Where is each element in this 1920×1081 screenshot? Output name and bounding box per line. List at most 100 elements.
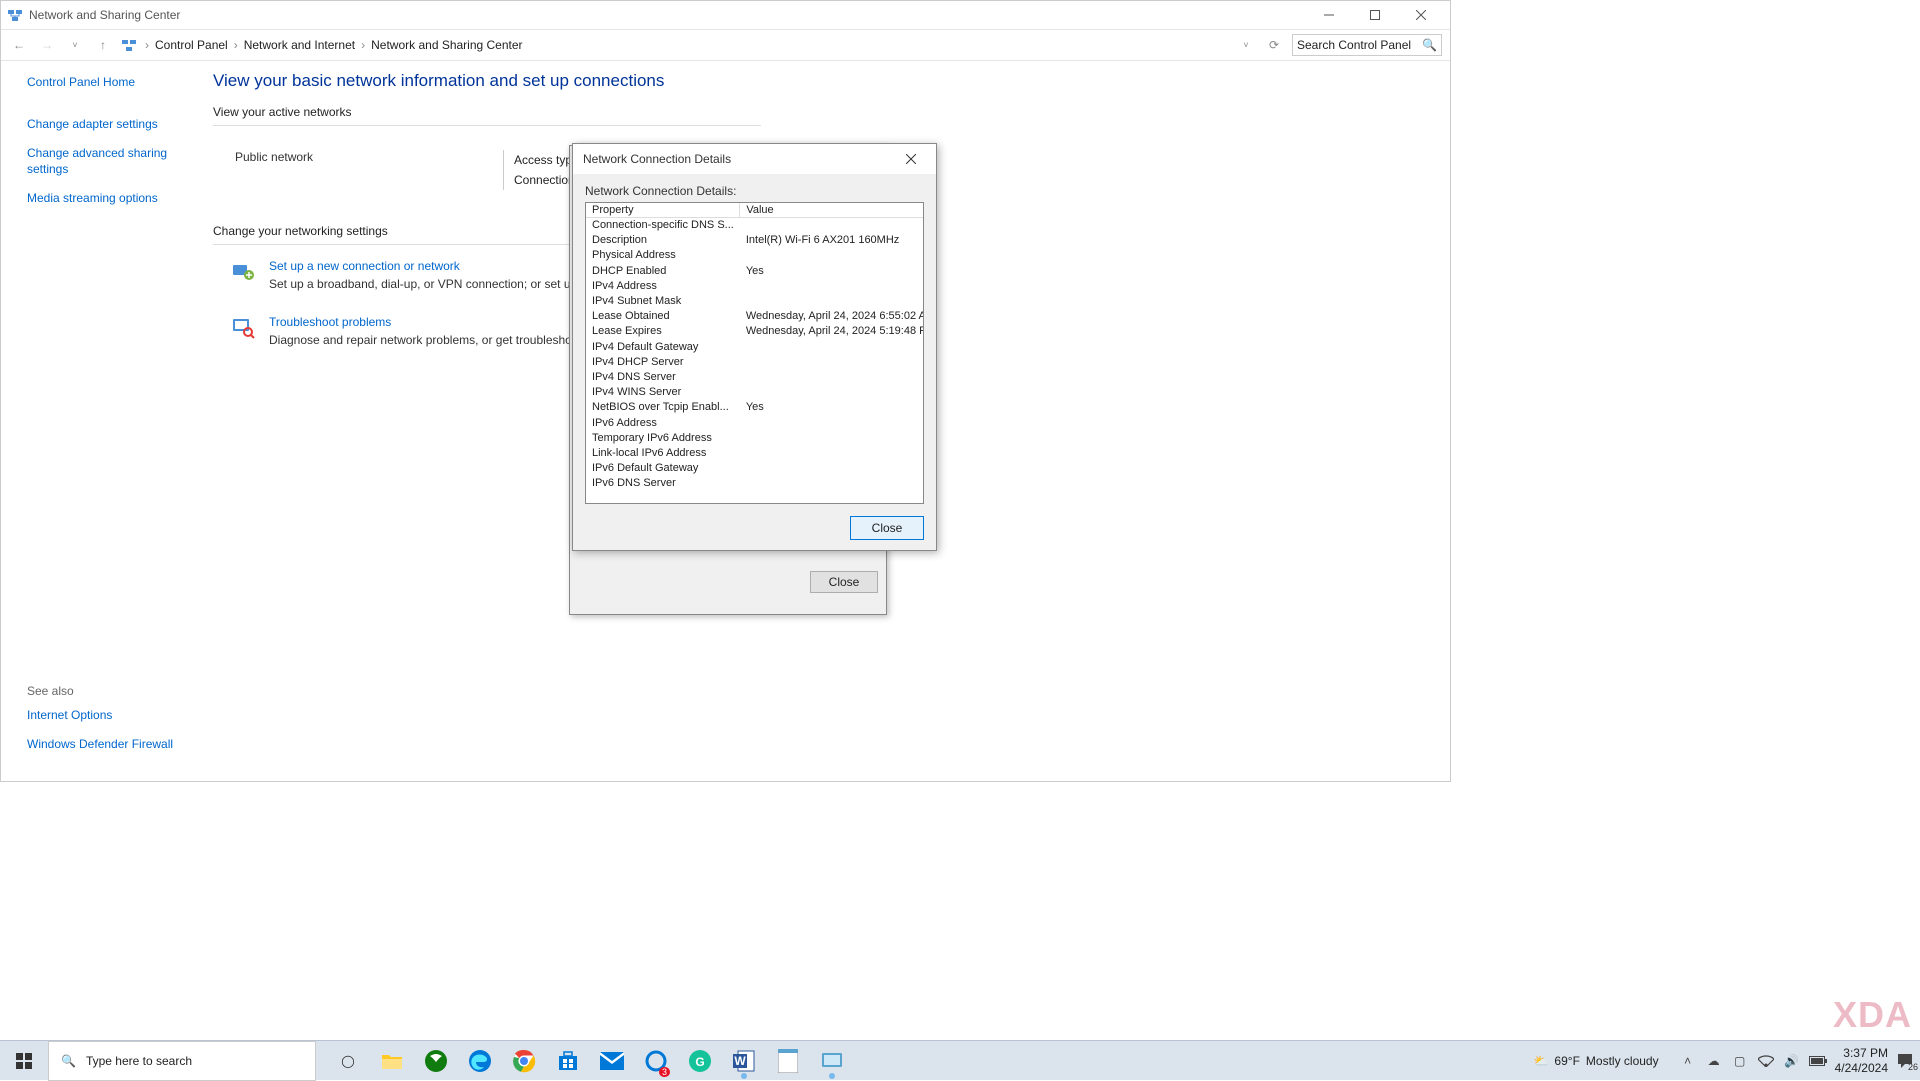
watermark: XDA	[1833, 994, 1912, 1036]
clock[interactable]: 3:37 PM 4/24/2024	[1835, 1046, 1888, 1075]
details-row[interactable]: IPv4 DNS Server	[586, 369, 924, 384]
search-placeholder: Search Control Panel	[1297, 38, 1411, 52]
details-row[interactable]: Lease ObtainedWednesday, April 24, 2024 …	[586, 309, 924, 324]
svg-text:G: G	[695, 1055, 704, 1069]
xbox-icon[interactable]	[414, 1041, 458, 1081]
back-button[interactable]: ←	[9, 35, 29, 55]
property-cell: DHCP Enabled	[586, 263, 740, 278]
chrome-icon[interactable]	[502, 1041, 546, 1081]
property-cell: Lease Expires	[586, 324, 740, 339]
volume-icon[interactable]: 🔊	[1783, 1052, 1801, 1070]
dialog-title: Network Connection Details	[583, 152, 896, 166]
weather-widget[interactable]: ⛅ 69°F Mostly cloudy	[1533, 1054, 1658, 1068]
property-cell: Lease Obtained	[586, 309, 740, 324]
network-center-icon	[121, 37, 137, 53]
control-panel-home-link[interactable]: Control Panel Home	[27, 75, 195, 91]
value-cell	[740, 461, 924, 476]
value-cell	[740, 218, 924, 233]
details-row[interactable]: IPv6 DNS Server	[586, 476, 924, 491]
value-cell	[740, 339, 924, 354]
forward-button[interactable]: →	[37, 35, 57, 55]
details-row[interactable]: DescriptionIntel(R) Wi-Fi 6 AX201 160MHz	[586, 233, 924, 248]
minimize-button[interactable]	[1306, 1, 1352, 29]
taskbar-search[interactable]: 🔍 Type here to search	[48, 1041, 316, 1081]
details-caption: Network Connection Details:	[585, 184, 924, 198]
property-cell: IPv6 Default Gateway	[586, 461, 740, 476]
details-grid[interactable]: Property Value Connection-specific DNS S…	[585, 202, 924, 504]
search-input[interactable]: Search Control Panel 🔍	[1292, 34, 1442, 56]
col-property[interactable]: Property	[586, 203, 740, 218]
battery-icon[interactable]	[1809, 1052, 1827, 1070]
taskbar: 🔍 Type here to search ◯ 3 G W ⛅ 69°F Mos…	[0, 1040, 1920, 1080]
edge-icon[interactable]	[458, 1041, 502, 1081]
sidebar: Control Panel Home Change adapter settin…	[1, 61, 201, 781]
see-also-firewall[interactable]: Windows Defender Firewall	[27, 737, 195, 753]
details-row[interactable]: IPv4 Subnet Mask	[586, 293, 924, 308]
property-cell: Description	[586, 233, 740, 248]
up-button[interactable]: ↑	[93, 35, 113, 55]
status-close-button[interactable]: Close	[810, 571, 878, 593]
svg-text:W: W	[734, 1054, 746, 1068]
see-also-internet-options[interactable]: Internet Options	[27, 708, 195, 724]
cortana-icon[interactable]: 3	[634, 1041, 678, 1081]
details-row[interactable]: NetBIOS over Tcpip Enabl...Yes	[586, 400, 924, 415]
search-icon: 🔍	[61, 1054, 76, 1068]
grammarly-icon[interactable]: G	[678, 1041, 722, 1081]
file-explorer-icon[interactable]	[370, 1041, 414, 1081]
details-row[interactable]: IPv4 Address	[586, 278, 924, 293]
mail-icon[interactable]	[590, 1041, 634, 1081]
store-icon[interactable]	[546, 1041, 590, 1081]
active-networks-label: View your active networks	[213, 105, 1450, 119]
details-row[interactable]: DHCP EnabledYes	[586, 263, 924, 278]
details-row[interactable]: Connection-specific DNS S...	[586, 218, 924, 233]
details-row[interactable]: IPv6 Default Gateway	[586, 461, 924, 476]
value-cell	[740, 430, 924, 445]
troubleshoot-link[interactable]: Troubleshoot problems	[269, 315, 591, 329]
titlebar: Network and Sharing Center	[1, 1, 1450, 29]
weather-icon: ⛅	[1533, 1054, 1548, 1068]
col-value[interactable]: Value	[740, 203, 924, 218]
property-cell: IPv6 DNS Server	[586, 476, 740, 491]
setup-connection-desc: Set up a broadband, dial-up, or VPN conn…	[269, 277, 595, 291]
notepad-icon[interactable]	[766, 1041, 810, 1081]
details-row[interactable]: IPv4 WINS Server	[586, 385, 924, 400]
value-cell	[740, 354, 924, 369]
value-cell: Yes	[740, 400, 924, 415]
property-cell: IPv4 Address	[586, 278, 740, 293]
property-cell: Link-local IPv6 Address	[586, 445, 740, 460]
details-close-button[interactable]: Close	[850, 516, 924, 540]
sidebar-link-media[interactable]: Media streaming options	[27, 191, 195, 207]
details-row[interactable]: IPv4 Default Gateway	[586, 339, 924, 354]
chevron-up-icon[interactable]: ˄	[1679, 1052, 1697, 1070]
sidebar-link-adapter[interactable]: Change adapter settings	[27, 117, 195, 133]
details-row[interactable]: IPv6 Address	[586, 415, 924, 430]
breadcrumb-dropdown[interactable]: ˅	[1236, 35, 1256, 55]
details-row[interactable]: Temporary IPv6 Address	[586, 430, 924, 445]
details-row[interactable]: Lease ExpiresWednesday, April 24, 2024 5…	[586, 324, 924, 339]
action-center-icon[interactable]: 26	[1896, 1052, 1914, 1070]
troubleshoot-desc: Diagnose and repair network problems, or…	[269, 333, 591, 347]
breadcrumb[interactable]: ›Control Panel ›Network and Internet ›Ne…	[145, 38, 1228, 52]
value-cell: Wednesday, April 24, 2024 5:19:48 PM	[740, 324, 924, 339]
control-panel-taskbar-icon[interactable]	[810, 1041, 854, 1081]
property-cell: IPv4 Default Gateway	[586, 339, 740, 354]
sidebar-link-sharing[interactable]: Change advanced sharing settings	[27, 146, 195, 177]
onedrive-icon[interactable]: ☁	[1705, 1052, 1723, 1070]
start-button[interactable]	[0, 1041, 48, 1081]
close-button[interactable]	[1398, 1, 1444, 29]
close-icon[interactable]	[896, 144, 926, 174]
details-row[interactable]: Physical Address	[586, 248, 924, 263]
recent-dropdown[interactable]: ˅	[65, 35, 85, 55]
property-cell: IPv6 Address	[586, 415, 740, 430]
details-row[interactable]: IPv4 DHCP Server	[586, 354, 924, 369]
wifi-icon[interactable]	[1757, 1052, 1775, 1070]
refresh-button[interactable]: ⟳	[1264, 35, 1284, 55]
meet-now-icon[interactable]: ▢	[1731, 1052, 1749, 1070]
property-cell: IPv4 Subnet Mask	[586, 293, 740, 308]
setup-connection-link[interactable]: Set up a new connection or network	[269, 259, 595, 273]
word-icon[interactable]: W	[722, 1041, 766, 1081]
task-view-button[interactable]: ◯	[326, 1041, 370, 1081]
maximize-button[interactable]	[1352, 1, 1398, 29]
details-row[interactable]: Link-local IPv6 Address	[586, 445, 924, 460]
value-cell	[740, 445, 924, 460]
